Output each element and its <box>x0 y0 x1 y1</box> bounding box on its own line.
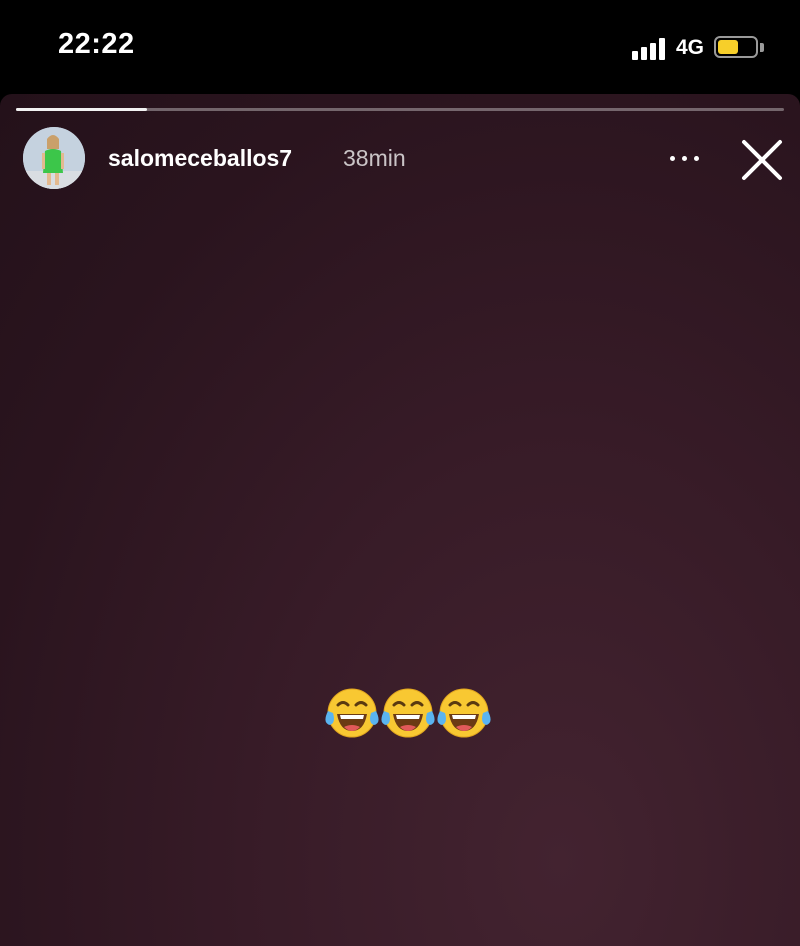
avatar[interactable] <box>23 127 85 189</box>
status-bar: 22:22 4G <box>0 0 800 94</box>
battery-cap <box>760 43 764 52</box>
network-type-label: 4G <box>676 36 705 59</box>
face-with-tears-of-joy-icon <box>436 685 492 741</box>
face-with-tears-of-joy-icon <box>324 685 380 741</box>
more-options-icon[interactable] <box>664 142 704 174</box>
status-time: 22:22 <box>58 28 135 60</box>
face-with-tears-of-joy-icon <box>380 685 436 741</box>
story-timestamp: 38min <box>343 145 406 171</box>
close-icon[interactable] <box>738 136 786 184</box>
story-username[interactable]: salomeceballos7 <box>108 145 292 172</box>
story-progress-fill <box>16 108 147 111</box>
battery-level-fill <box>718 40 738 54</box>
story-caption <box>0 680 800 741</box>
story-viewer[interactable]: salomeceballos7 38min <box>0 94 800 946</box>
story-progress-track <box>16 108 784 111</box>
battery-icon <box>714 36 758 58</box>
signal-strength-icon <box>632 38 668 60</box>
